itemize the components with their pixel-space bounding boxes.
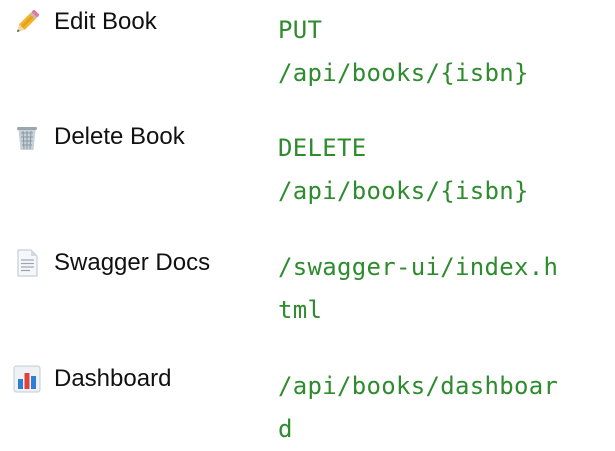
wastebasket-icon xyxy=(12,122,42,152)
edit-book-endpoint: PUT /api/books/{isbn} xyxy=(278,9,588,95)
endpoint-label-swagger-docs: Swagger Docs xyxy=(12,247,210,279)
delete-book-method: DELETE xyxy=(278,134,367,162)
swagger-docs-path-line-1: /swagger-ui/index.h xyxy=(278,253,559,281)
delete-book-label: Delete Book xyxy=(54,123,185,150)
delete-book-endpoint: DELETE /api/books/{isbn} xyxy=(278,127,588,213)
delete-book-path[interactable]: /api/books/{isbn} xyxy=(278,170,588,213)
bar-chart-icon xyxy=(12,364,42,394)
swagger-docs-path-line-2: tml xyxy=(278,296,323,324)
edit-book-path[interactable]: /api/books/{isbn} xyxy=(278,52,588,95)
document-icon xyxy=(12,248,42,278)
edit-book-method: PUT xyxy=(278,16,323,44)
dashboard-path-line-2: d xyxy=(278,415,293,443)
endpoint-label-edit-book: Edit Book xyxy=(12,6,157,38)
pencil-icon xyxy=(12,7,42,37)
endpoint-label-dashboard: Dashboard xyxy=(12,363,171,395)
endpoint-label-delete-book: Delete Book xyxy=(12,121,185,153)
swagger-docs-label: Swagger Docs xyxy=(54,249,211,276)
dashboard-label: Dashboard xyxy=(54,365,172,392)
dashboard-endpoint[interactable]: /api/books/dashboar d xyxy=(278,365,588,451)
dashboard-path-line-1: /api/books/dashboar xyxy=(278,372,559,400)
edit-book-label: Edit Book xyxy=(54,8,157,35)
swagger-docs-endpoint[interactable]: /swagger-ui/index.h tml xyxy=(278,246,588,332)
